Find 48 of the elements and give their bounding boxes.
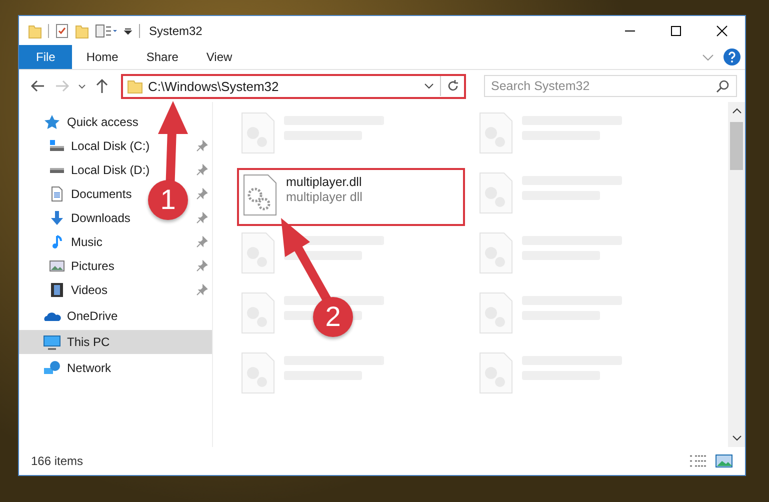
checklist-icon[interactable] <box>55 22 69 38</box>
sidebar-item[interactable]: Pictures <box>49 254 116 278</box>
ribbon-tab[interactable]: File <box>19 45 72 69</box>
chevron-down-icon[interactable] <box>730 433 742 443</box>
sidebar-item[interactable]: Videos <box>49 278 110 302</box>
drive-icon <box>49 138 65 154</box>
pin-icon[interactable] <box>196 236 208 248</box>
file-item[interactable]: multiplayer.dll multiplayer dll <box>237 168 465 226</box>
pin-icon[interactable] <box>196 164 208 176</box>
file-name: multiplayer.dll <box>286 175 362 189</box>
file-type: multiplayer dll <box>286 190 362 204</box>
film-icon <box>49 282 65 298</box>
item-count: 166 items <box>31 454 84 468</box>
pin-icon[interactable] <box>196 260 208 272</box>
properties-icon[interactable] <box>95 22 117 38</box>
download-arrow-icon <box>49 210 65 226</box>
details-view-icon[interactable] <box>689 454 707 468</box>
sidebar-item[interactable]: Music <box>49 230 104 254</box>
search-field[interactable]: Search System32 <box>484 75 737 97</box>
sidebar-item[interactable]: Local Disk (D:) <box>49 158 152 182</box>
scrollbar-thumb[interactable] <box>730 122 743 170</box>
monitor-icon <box>43 334 61 350</box>
sidebar-item[interactable]: Network <box>19 356 212 380</box>
search-icon[interactable] <box>716 79 730 93</box>
scrollbar[interactable] <box>728 102 745 447</box>
pin-icon[interactable] <box>196 140 208 152</box>
address-bar[interactable]: C:\Windows\System32 <box>121 74 466 98</box>
picture-icon <box>49 258 65 274</box>
help-icon[interactable] <box>723 48 741 66</box>
sidebar-item[interactable]: Documents <box>49 182 134 206</box>
sidebar-item[interactable]: Local Disk (C:) <box>49 134 152 158</box>
chevron-up-icon[interactable] <box>730 106 742 116</box>
pin-icon[interactable] <box>196 188 208 200</box>
thumbnail-view-icon[interactable] <box>715 454 733 468</box>
network-icon <box>43 360 61 376</box>
drive-icon <box>49 166 65 174</box>
refresh-icon[interactable] <box>446 79 460 93</box>
pin-icon[interactable] <box>196 212 208 224</box>
star-icon <box>43 114 61 130</box>
sidebar-item[interactable]: This PC <box>19 330 212 354</box>
document-icon <box>49 186 65 202</box>
window-title: System32 <box>149 24 202 38</box>
pin-icon[interactable] <box>196 284 208 296</box>
sidebar-item[interactable]: Downloads <box>49 206 132 230</box>
sidebar-item[interactable]: OneDrive <box>19 304 212 328</box>
folder-icon <box>127 78 143 94</box>
sidebar-item[interactable]: Quick access <box>19 110 212 134</box>
gear-file-icon <box>242 174 278 216</box>
